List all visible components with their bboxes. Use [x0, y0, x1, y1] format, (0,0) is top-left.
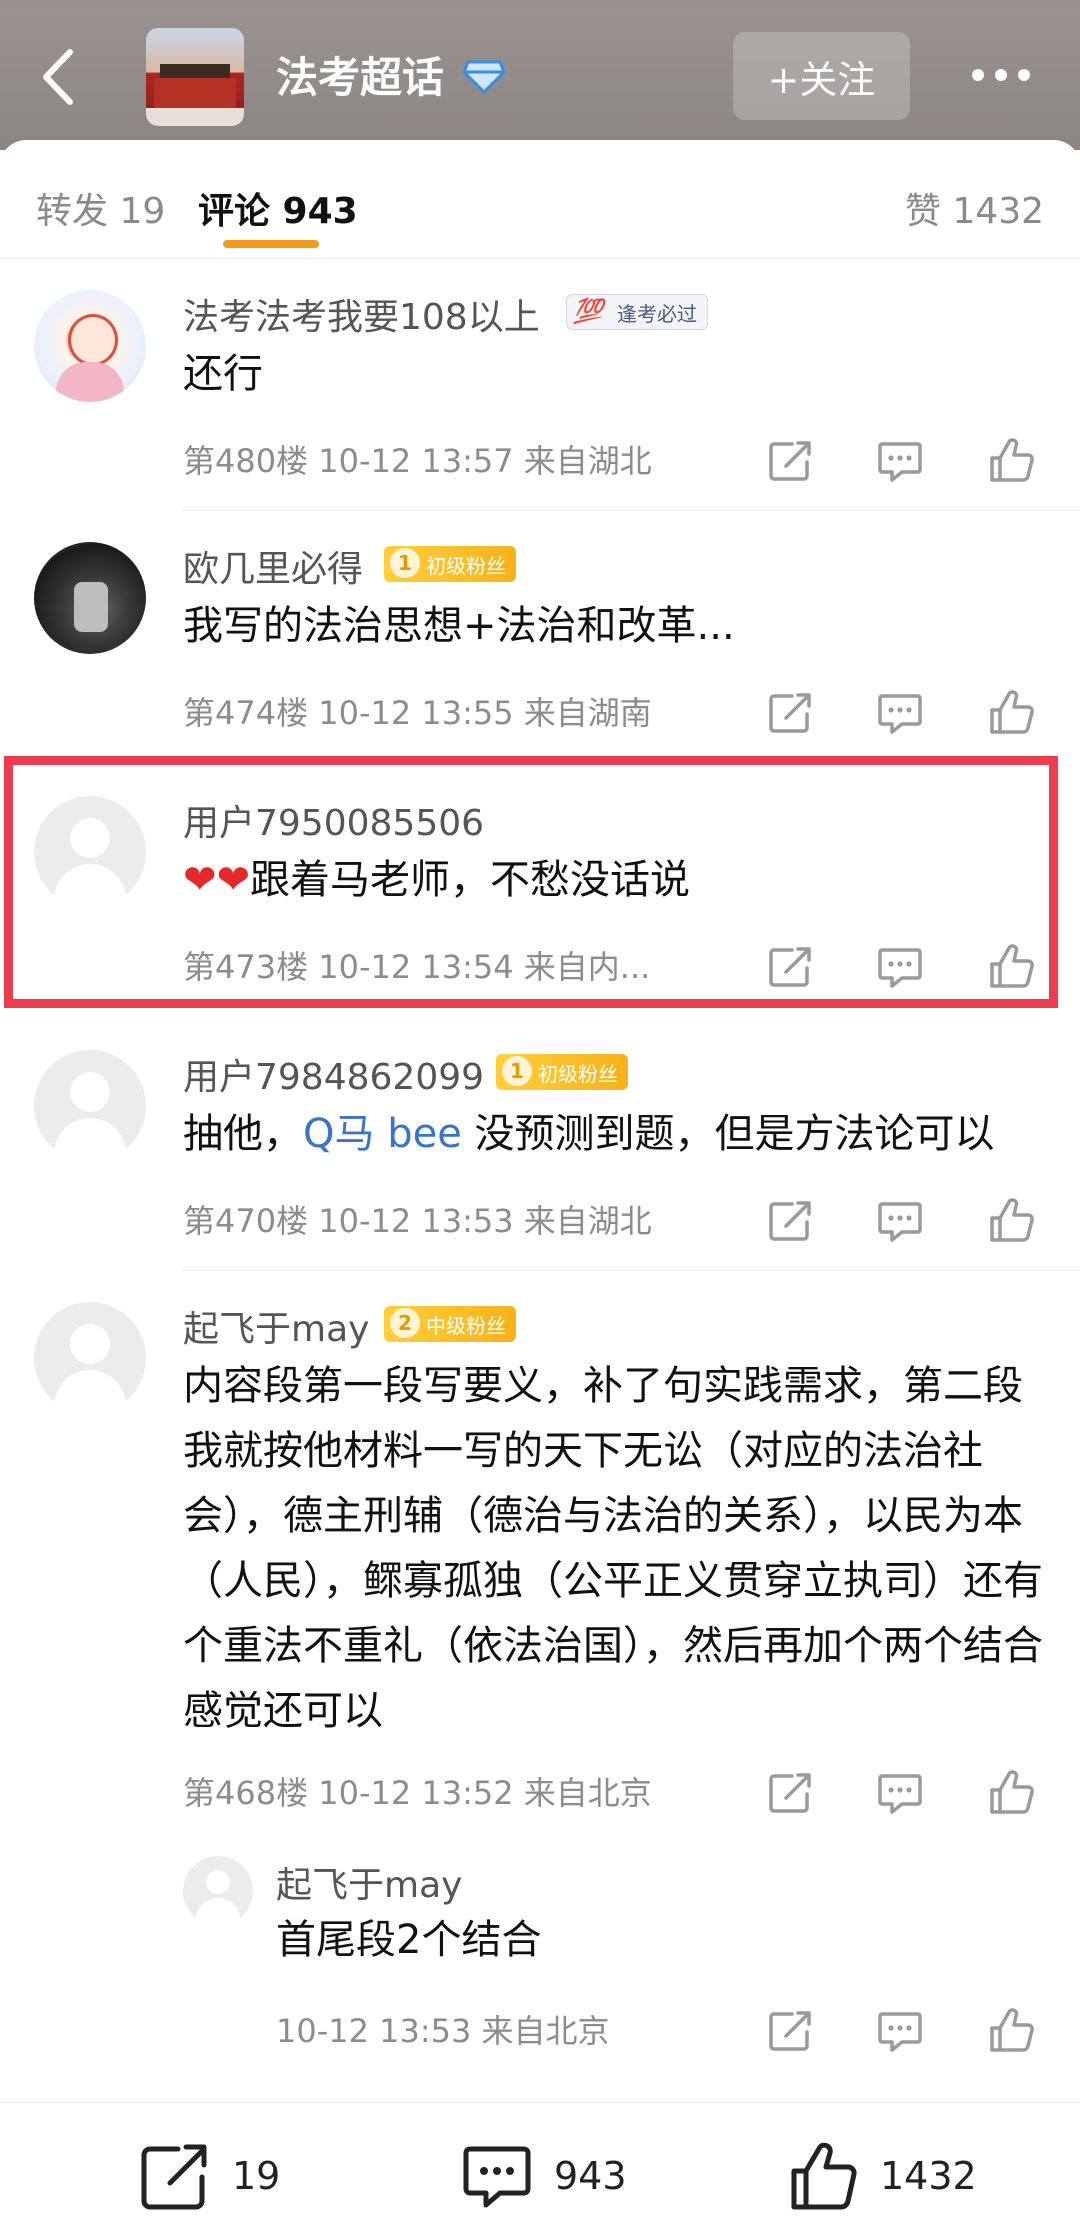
diamond-icon: [462, 60, 506, 94]
comment-content: ❤❤跟着马老师，不愁没话说: [183, 857, 691, 903]
tab-bar: 转发 19 评论 943 赞 1432: [0, 140, 1080, 259]
comment-content: 内容段第一段写要义，补了句实践需求，第二段我就按他材料一写的天下无讼（对应的法治…: [183, 1363, 1043, 1734]
back-icon[interactable]: [30, 40, 90, 115]
comment-username[interactable]: 起飞于may: [183, 1300, 369, 1352]
comment-meta: 第468楼 10-12 13:52 来自北京: [183, 1774, 652, 1812]
thumbs-up-icon[interactable]: [988, 1770, 1036, 1816]
like-button[interactable]: 1432: [786, 2139, 977, 2213]
share-icon[interactable]: [766, 944, 814, 990]
avatar[interactable]: [34, 290, 146, 402]
tab-repost[interactable]: 转发 19: [36, 182, 165, 234]
comment-icon[interactable]: [876, 1198, 924, 1244]
thumbs-up-icon[interactable]: [988, 690, 1036, 736]
bottom-action-bar: 19 943 1432: [0, 2102, 1080, 2240]
comment-meta: 第473楼 10-12 13:54 来自内...: [183, 948, 651, 986]
reply-avatar[interactable]: [183, 1856, 253, 1926]
thumbs-up-icon: [791, 2142, 857, 2210]
comment-content: 还行: [183, 351, 263, 397]
thumbs-up-icon[interactable]: [988, 944, 1036, 990]
repost-button[interactable]: 19: [138, 2139, 280, 2213]
avatar[interactable]: [34, 1050, 146, 1162]
avatar[interactable]: [34, 542, 146, 654]
share-icon[interactable]: [766, 438, 814, 484]
share-icon[interactable]: [766, 2008, 814, 2054]
share-icon[interactable]: [766, 690, 814, 736]
heart-emoji: ❤❤: [183, 857, 251, 903]
active-tab-indicator: [223, 240, 319, 248]
fan-badge: 2 中级粉丝: [384, 1306, 516, 1342]
topic-avatar[interactable]: [146, 28, 244, 126]
comment-count: 943: [554, 2154, 627, 2198]
fan-badge: 💯 逢考必过: [566, 294, 708, 330]
thumbs-up-icon[interactable]: [988, 1198, 1036, 1244]
divider: [183, 1270, 1080, 1271]
reply-meta: 10-12 13:53 来自北京: [276, 2012, 610, 2050]
share-icon[interactable]: [766, 1198, 814, 1244]
more-icon[interactable]: [966, 62, 1036, 88]
like-count: 1432: [880, 2154, 977, 2198]
comment-username[interactable]: 法考法考我要108以上: [183, 288, 540, 340]
reply-content: 首尾段2个结合: [276, 1917, 542, 1963]
hundred-icon: 💯: [573, 297, 603, 325]
thumbs-up-icon[interactable]: [988, 2008, 1036, 2054]
fan-badge: 1 初级粉丝: [496, 1054, 628, 1090]
comment-username[interactable]: 用户7984862099: [183, 1048, 484, 1100]
comment-meta: 第470楼 10-12 13:53 来自湖北: [183, 1202, 652, 1240]
mention-link[interactable]: Q马 bee: [303, 1111, 462, 1157]
comment-meta: 第474楼 10-12 13:55 来自湖南: [183, 694, 652, 732]
avatar[interactable]: [34, 796, 146, 908]
comment-username[interactable]: 用户7950085506: [183, 794, 484, 846]
comment-username[interactable]: 欧几里必得: [183, 540, 363, 592]
comment-icon[interactable]: [876, 438, 924, 484]
follow-button[interactable]: +关注: [733, 32, 910, 120]
share-icon: [141, 2144, 207, 2210]
tab-like[interactable]: 赞 1432: [905, 182, 1044, 234]
comment-content: 我写的法治思想+法治和改革...: [183, 603, 735, 649]
comment-meta: 第480楼 10-12 13:57 来自湖北: [183, 442, 652, 480]
comment-icon[interactable]: [876, 690, 924, 736]
repost-count: 19: [232, 2154, 281, 2198]
avatar[interactable]: [34, 1302, 146, 1414]
thumbs-up-icon[interactable]: [988, 438, 1036, 484]
topic-title[interactable]: 法考超话: [276, 44, 444, 105]
comment-content: 抽他，Q马 bee 没预测到题，但是方法论可以: [183, 1111, 995, 1157]
comment-icon[interactable]: [876, 944, 924, 990]
comment-icon: [463, 2146, 531, 2208]
comment-button[interactable]: 943: [460, 2139, 627, 2213]
reply-username[interactable]: 起飞于may: [276, 1856, 462, 1908]
top-bar: 法考超话 +关注: [0, 0, 1080, 150]
comment-icon[interactable]: [876, 2008, 924, 2054]
tab-comment[interactable]: 评论 943: [198, 182, 358, 234]
divider: [183, 510, 1080, 511]
fan-badge: 1 初级粉丝: [384, 546, 516, 582]
share-icon[interactable]: [766, 1770, 814, 1816]
comment-icon[interactable]: [876, 1770, 924, 1816]
